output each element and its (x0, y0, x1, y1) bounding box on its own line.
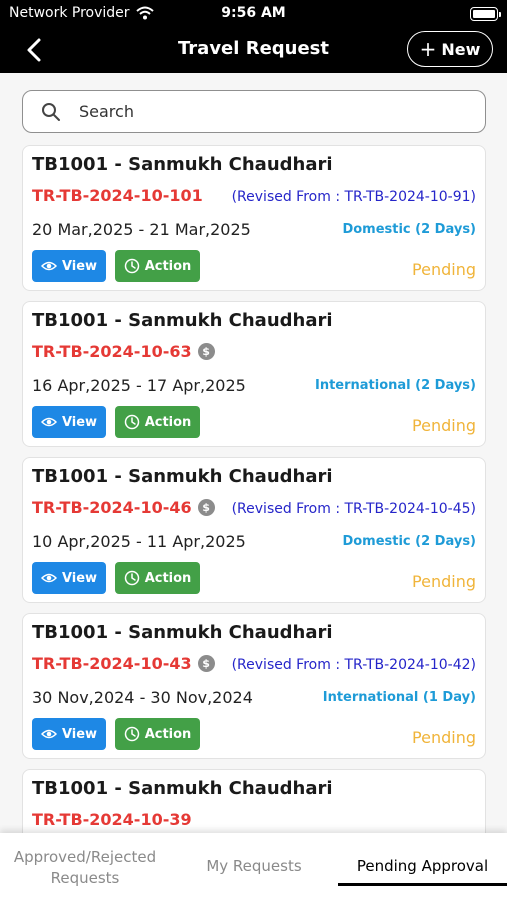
request-code-row: TR-TB-2024-10-63 $ (32, 342, 215, 361)
clock-icon (124, 570, 139, 586)
request-card[interactable]: TB1001 - Sanmukh Chaudhari TR-TB-2024-10… (22, 301, 486, 447)
travel-type: Domestic (2 Days) (342, 222, 476, 237)
view-button[interactable]: View (32, 718, 106, 750)
dollar-icon: $ (197, 499, 215, 516)
action-label: Action (144, 570, 192, 586)
revised-from: (Revised From : TR-TB-2024-10-42) (231, 657, 476, 673)
request-card[interactable]: TB1001 - Sanmukh Chaudhari TR-TB-2024-10… (22, 145, 486, 291)
employee-name: TB1001 - Sanmukh Chaudhari (32, 310, 333, 331)
action-label: Action (144, 726, 192, 742)
request-list: TB1001 - Sanmukh Chaudhari TR-TB-2024-10… (22, 145, 486, 900)
travel-type: International (1 Day) (322, 690, 476, 705)
view-label: View (61, 258, 98, 274)
tab-pending-approval[interactable]: Pending Approval (338, 833, 507, 900)
travel-dates: 16 Apr,2025 - 17 Apr,2025 (32, 376, 246, 395)
action-button[interactable]: Action (115, 718, 200, 750)
bottom-tab-bar: Approved/Rejected Requests My Requests P… (0, 833, 507, 900)
eye-icon (40, 573, 57, 583)
search-input[interactable] (79, 102, 459, 121)
request-card[interactable]: TB1001 - Sanmukh Chaudhari TR-TB-2024-10… (22, 613, 486, 759)
search-icon (42, 102, 60, 121)
status-badge: Pending (412, 416, 476, 435)
clock-icon (124, 414, 139, 430)
employee-name: TB1001 - Sanmukh Chaudhari (32, 466, 333, 487)
status-badge: Pending (412, 260, 476, 279)
eye-icon (40, 729, 57, 739)
request-code-row: TR-TB-2024-10-39 (32, 810, 192, 829)
action-button[interactable]: Action (115, 250, 200, 282)
plus-icon: + (419, 37, 437, 61)
nav-bar: Travel Request + New (0, 28, 507, 73)
search-box[interactable] (22, 90, 486, 133)
request-code: TR-TB-2024-10-46 (32, 498, 192, 517)
request-code: TR-TB-2024-10-43 (32, 654, 192, 673)
view-button[interactable]: View (32, 250, 106, 282)
employee-name: TB1001 - Sanmukh Chaudhari (32, 778, 333, 799)
tab-label: Pending Approval (356, 857, 489, 876)
view-label: View (61, 726, 98, 742)
action-label: Action (144, 414, 192, 430)
view-button[interactable]: View (32, 562, 106, 594)
eye-icon (40, 261, 57, 271)
battery-icon (470, 7, 501, 21)
travel-type: International (2 Days) (314, 378, 476, 393)
eye-icon (40, 417, 57, 427)
action-label: Action (144, 258, 192, 274)
travel-dates: 30 Nov,2024 - 30 Nov,2024 (32, 688, 253, 707)
clock: 9:56 AM (221, 5, 286, 21)
status-badge: Pending (412, 728, 476, 747)
tab-label: Approved/Rejected Requests (13, 848, 157, 887)
request-code-row: TR-TB-2024-10-46 $ (32, 498, 215, 517)
view-label: View (61, 570, 98, 586)
revised-from: (Revised From : TR-TB-2024-10-91) (231, 189, 476, 205)
tab-my-requests[interactable]: My Requests (170, 833, 338, 900)
action-button[interactable]: Action (115, 562, 200, 594)
employee-name: TB1001 - Sanmukh Chaudhari (32, 622, 333, 643)
clock-icon (124, 726, 139, 742)
active-tab-indicator (338, 883, 507, 886)
request-code: TR-TB-2024-10-63 (32, 342, 192, 361)
status-bar: Network Provider 9:56 AM (0, 0, 507, 28)
status-badge: Pending (412, 572, 476, 591)
request-card[interactable]: TB1001 - Sanmukh Chaudhari TR-TB-2024-10… (22, 457, 486, 603)
dollar-icon: $ (197, 343, 215, 360)
dollar-icon: $ (197, 655, 215, 672)
new-request-button[interactable]: + New (407, 31, 493, 67)
clock-icon (124, 258, 139, 274)
travel-type: Domestic (2 Days) (342, 534, 476, 549)
new-button-label: New (441, 39, 481, 59)
travel-dates: 10 Apr,2025 - 11 Apr,2025 (32, 532, 246, 551)
action-button[interactable]: Action (115, 406, 200, 438)
request-code-row: TR-TB-2024-10-101 (32, 186, 203, 205)
request-code-row: TR-TB-2024-10-43 $ (32, 654, 215, 673)
view-button[interactable]: View (32, 406, 106, 438)
tab-label: My Requests (206, 857, 302, 876)
request-code: TR-TB-2024-10-101 (32, 186, 203, 205)
employee-name: TB1001 - Sanmukh Chaudhari (32, 154, 333, 175)
view-label: View (61, 414, 98, 430)
tab-approved-rejected[interactable]: Approved/Rejected Requests (0, 833, 170, 900)
revised-from: (Revised From : TR-TB-2024-10-45) (231, 501, 476, 517)
travel-dates: 20 Mar,2025 - 21 Mar,2025 (32, 220, 251, 239)
request-code: TR-TB-2024-10-39 (32, 810, 192, 829)
